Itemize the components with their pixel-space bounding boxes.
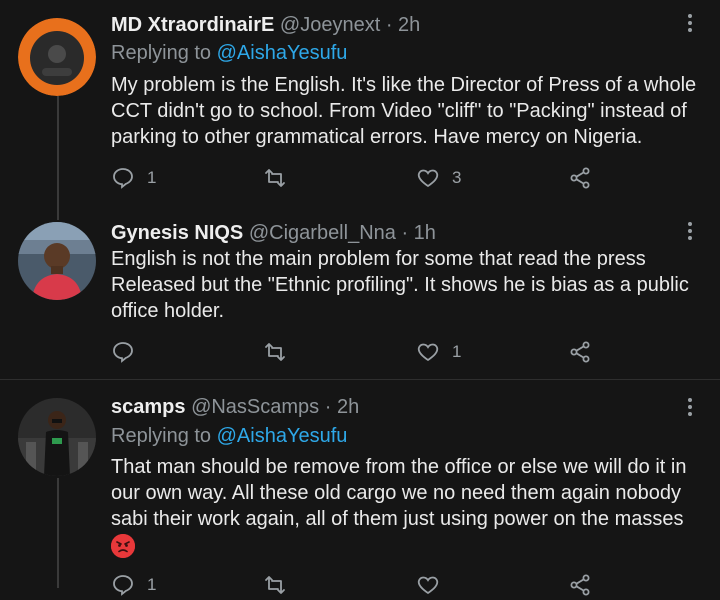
replying-prefix: Replying to (111, 425, 212, 447)
heart-icon (417, 343, 439, 362)
display-name[interactable]: MD XtraordinairE (111, 14, 274, 36)
replying-to-handle[interactable]: @AishaYesufu (217, 425, 348, 447)
like-button[interactable]: 3 (416, 163, 461, 193)
tweet-actions: 1 3 (111, 163, 611, 193)
thread-line (57, 478, 59, 588)
retweet-button[interactable] (263, 163, 299, 193)
reply-button[interactable]: 1 (111, 570, 156, 600)
user-handle[interactable]: @Cigarbell_Nna (249, 222, 396, 244)
share-button[interactable] (568, 163, 592, 193)
like-button[interactable] (416, 570, 452, 600)
like-count: 3 (452, 168, 462, 187)
reply-count: 1 (147, 168, 157, 187)
display-name[interactable]: scamps (111, 396, 186, 418)
tweet-text: That man should be remove from the offic… (111, 456, 687, 530)
timestamp[interactable]: · 2h (386, 14, 420, 36)
reply-button[interactable] (111, 337, 147, 367)
tweet-text: English is not the main problem for some… (111, 248, 689, 322)
replying-to: Replying to @AishaYesufu (111, 425, 347, 448)
retweet-icon (265, 343, 285, 361)
timestamp[interactable]: · 2h (325, 396, 359, 418)
retweet-icon (265, 169, 285, 187)
more-options-icon[interactable] (678, 220, 702, 244)
replying-to: Replying to @AishaYesufu (111, 42, 347, 65)
tweet[interactable]: Gynesis NIQS @Cigarbell_Nna · 1h English… (0, 200, 720, 380)
share-icon (570, 341, 590, 363)
more-options-icon[interactable] (678, 396, 702, 420)
user-handle[interactable]: @NasScamps (191, 396, 319, 418)
share-button[interactable] (568, 337, 592, 367)
tweet-header: MD XtraordinairE @Joeynext · 2h (111, 14, 420, 37)
reply-icon (113, 342, 133, 363)
replying-prefix: Replying to (111, 42, 212, 64)
thread-line (57, 200, 59, 220)
angry-face-icon (111, 534, 135, 558)
retweet-button[interactable] (263, 570, 299, 600)
like-count: 1 (452, 342, 462, 361)
more-options-icon[interactable] (678, 12, 702, 36)
reply-icon (113, 168, 133, 189)
tweet-header: Gynesis NIQS @Cigarbell_Nna · 1h (111, 222, 436, 245)
avatar[interactable] (18, 18, 96, 96)
tweet-actions: 1 (111, 337, 611, 367)
share-icon (570, 167, 590, 189)
user-handle[interactable]: @Joeynext (280, 14, 380, 36)
display-name[interactable]: Gynesis NIQS (111, 222, 243, 244)
retweet-icon (265, 576, 285, 594)
heart-icon (417, 169, 439, 188)
tweet[interactable]: scamps @NasScamps · 2h Replying to @Aish… (0, 380, 720, 596)
tweet-header: scamps @NasScamps · 2h (111, 396, 359, 419)
share-button[interactable] (568, 570, 592, 600)
like-button[interactable]: 1 (416, 337, 461, 367)
reply-count: 1 (147, 575, 157, 594)
heart-icon (417, 576, 439, 595)
avatar[interactable] (18, 222, 96, 300)
reply-icon (113, 575, 133, 596)
timestamp[interactable]: · 1h (401, 222, 435, 244)
thread-line (57, 96, 59, 200)
retweet-button[interactable] (263, 337, 299, 367)
avatar[interactable] (18, 398, 96, 476)
reply-button[interactable]: 1 (111, 163, 156, 193)
share-icon (570, 574, 590, 596)
tweet-actions: 1 (111, 570, 611, 600)
tweet-text: My problem is the English. It's like the… (111, 74, 697, 148)
tweet[interactable]: MD XtraordinairE @Joeynext · 2h Replying… (0, 0, 720, 200)
replying-to-handle[interactable]: @AishaYesufu (217, 42, 348, 64)
